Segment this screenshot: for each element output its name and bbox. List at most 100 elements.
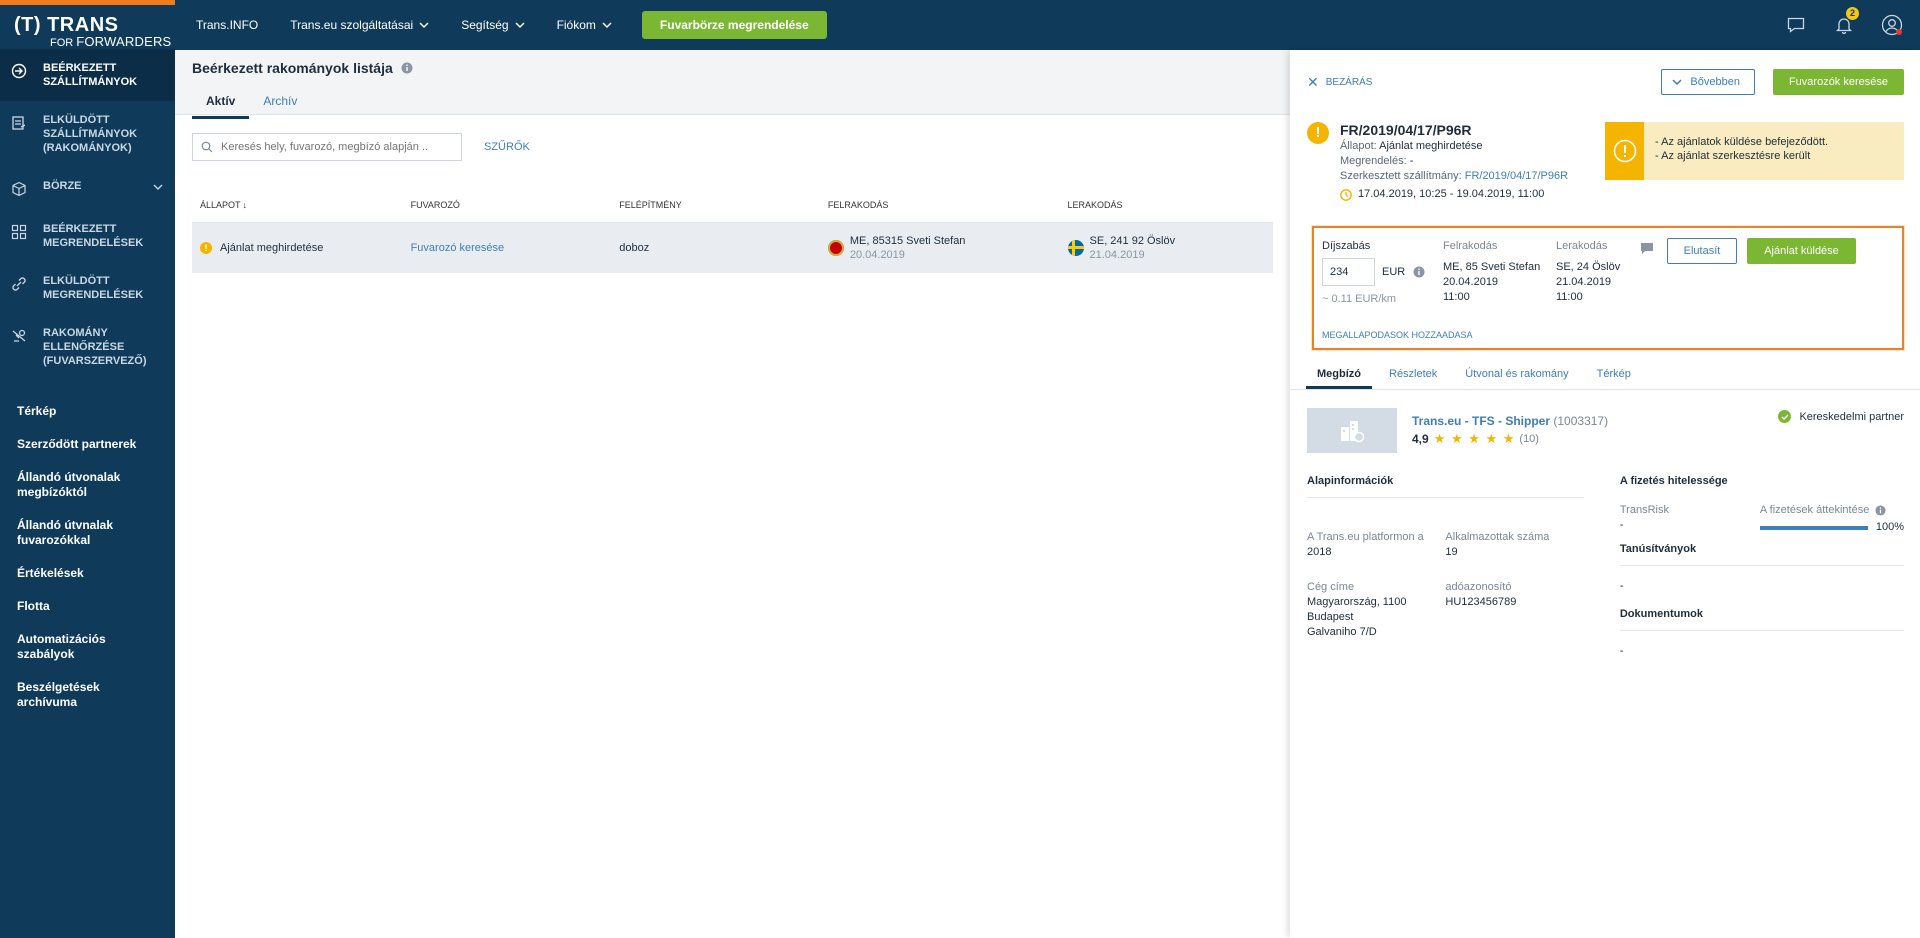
panel-header-actions: Bővebben Fuvarozók keresése: [1661, 69, 1904, 95]
user-avatar-button[interactable]: [1868, 14, 1916, 36]
search-input[interactable]: [221, 141, 451, 153]
chevron-down-icon[interactable]: [153, 181, 163, 195]
logo-sub-text: FORWARDERS: [76, 34, 172, 49]
flag-montenegro-icon: [827, 240, 844, 256]
topnav-link-help[interactable]: Segítség: [445, 18, 540, 32]
notifications-button[interactable]: 2: [1820, 7, 1868, 34]
sidebar-item-partners[interactable]: Szerződött partnerek: [0, 428, 175, 461]
offer-loading-place: ME, 85 Sveti Stefan: [1443, 261, 1541, 273]
shipper-name-link[interactable]: Trans.eu - TFS - Shipper: [1412, 414, 1550, 428]
topnav-link-label: Segítség: [461, 18, 509, 32]
add-agreements-link[interactable]: MEGALLAPODASOK HOZZAADASA: [1322, 330, 1473, 340]
comment-icon[interactable]: [1640, 242, 1654, 256]
topnav-link-account[interactable]: Fiókom: [541, 18, 628, 32]
column-header-status[interactable]: ÁLLAPOT ↓: [192, 200, 403, 210]
column-header-unloading: LERAKODÁS: [1067, 199, 1123, 210]
incoming-shipments-icon: [10, 62, 28, 80]
sidebar-item-label: BEÉRKEZETT SZÁLLÍTMÁNYOK: [43, 62, 138, 88]
currency-label: EUR: [1382, 265, 1406, 278]
edited-shipment-link[interactable]: FR/2019/04/17/P96R: [1465, 170, 1568, 182]
page-title: Beérkezett rakományok listája: [192, 60, 1273, 76]
main-content: Beérkezett rakományok listája Aktív Arch…: [175, 50, 1290, 938]
unloading-place: SE, 241 92 Öslöv: [1089, 235, 1176, 247]
loading-location: ME, 85315 Sveti Stefan 20.04.2019: [850, 234, 966, 262]
status-label: Állapot:: [1340, 140, 1377, 152]
rating-value: 4,9: [1412, 432, 1429, 446]
sent-shipments-icon: [10, 114, 28, 132]
employee-count-value: 19: [1445, 546, 1458, 558]
shipment-info: FR/2019/04/17/P96R Állapot: Ajánlat megh…: [1340, 122, 1568, 202]
chat-icon: [1787, 17, 1805, 33]
loading-label: Felrakodás: [1443, 240, 1498, 252]
sidebar-item-routes-shippers[interactable]: Állandó útvonalak megbízóktól: [0, 461, 175, 509]
filters-link[interactable]: SZŰRŐK: [484, 141, 530, 153]
sidebar-item-label: RAKOMÁNY ELLENŐRZÉSE (FUVARSZERVEZŐ): [43, 327, 147, 367]
tab-archive[interactable]: Archív: [249, 90, 311, 119]
credit-title: A fizetés hitelessége: [1619, 475, 1728, 487]
sidebar-item-fleet[interactable]: Flotta: [0, 590, 175, 623]
table-row[interactable]: ! Ajánlat meghirdetése Fuvarozó keresése…: [192, 223, 1273, 273]
topnav-link-transinfo[interactable]: Trans.INFO: [175, 18, 274, 32]
column-header-carrier: FUVAROZÓ: [410, 199, 460, 210]
employee-count-label: Alkalmazottak száma: [1445, 531, 1550, 543]
sidebar-item-automation[interactable]: Automatizációs szabályok: [0, 623, 175, 671]
close-panel-button[interactable]: ✕ BEZÁRÁS: [1307, 74, 1372, 91]
row-status-text: Ajánlat meghirdetése: [220, 242, 324, 254]
sidebar-item-chat-archive[interactable]: Beszélgetések archívuma: [0, 671, 175, 719]
find-carriers-button[interactable]: Fuvarozók keresése: [1772, 69, 1904, 95]
loading-date: 20.04.2019: [849, 249, 905, 261]
documents-section: Dokumentumok -: [1619, 608, 1904, 657]
more-button[interactable]: Bővebben: [1661, 69, 1755, 95]
sidebar-item-sent-orders[interactable]: ELKÜLDÖTT MEGRENDELÉSEK: [0, 262, 175, 314]
credit-metrics: TransRisk - A fizetések áttekintése 100%: [1620, 503, 1904, 535]
messages-button[interactable]: [1772, 17, 1820, 33]
offer-loading-column: Felrakodás ME, 85 Sveti Stefan 20.04.201…: [1443, 239, 1540, 305]
sidebar-item-ratings[interactable]: Értékelések: [0, 557, 175, 590]
documents-value: -: [1619, 645, 1624, 657]
find-carrier-link[interactable]: Fuvarozó keresése: [411, 242, 505, 254]
sent-orders-icon: [10, 275, 28, 293]
send-offer-button[interactable]: Ajánlat küldése: [1747, 238, 1856, 264]
address-label: Cég címe: [1307, 581, 1355, 593]
logo-main: (T) TRANS: [14, 14, 119, 36]
company-address: Cég címe Magyarország, 1100 Budapest Gal…: [1307, 580, 1445, 640]
search-box[interactable]: [192, 133, 462, 161]
top-navigation-bar: Trans.INFO Trans.eu szolgáltatásai Segít…: [175, 0, 1920, 50]
row-status: ! Ajánlat meghirdetése: [192, 242, 403, 254]
load-check-icon: [10, 327, 28, 345]
sidebar-main-nav: BEÉRKEZETT SZÁLLÍTMÁNYOK ELKÜLDÖTT SZÁLL…: [0, 49, 175, 380]
basic-info-title: Alapinformációk: [1307, 475, 1584, 498]
logo[interactable]: (T) TRANS FOR FORWARDERS: [0, 5, 175, 49]
sidebar-item-incoming-orders[interactable]: BEÉRKEZETT MEGRENDELÉSEK: [0, 210, 175, 262]
topnav-link-services[interactable]: Trans.eu szolgáltatásai: [274, 18, 445, 32]
sidebar-item-incoming-shipments[interactable]: BEÉRKEZETT SZÁLLÍTMÁNYOK: [0, 49, 175, 101]
chevron-down-icon: [419, 22, 429, 29]
offer-price-column: Díjszabás EUR ~ 0.11 EUR/km: [1322, 239, 1425, 307]
tab-shipper[interactable]: Megbízó: [1306, 368, 1372, 389]
shipment-status: Állapot: Ajánlat meghirdetése: [1340, 139, 1568, 154]
price-input[interactable]: [1322, 258, 1375, 286]
tab-active[interactable]: Aktív: [192, 90, 250, 119]
panel-tabs: Megbízó Részletek Útvonal és rakomány Té…: [1290, 368, 1920, 390]
warning-icon: !: [200, 242, 212, 254]
order-label: Megrendelés:: [1340, 155, 1407, 167]
info-icon[interactable]: [1875, 505, 1886, 516]
sidebar-item-load-check[interactable]: RAKOMÁNY ELLENŐRZÉSE (FUVARSZERVEZŐ): [0, 314, 175, 380]
check-icon: [1778, 410, 1792, 423]
status-alert: - Az ajánlatok küldése befejeződött. - A…: [1605, 122, 1904, 180]
info-icon[interactable]: [1413, 266, 1425, 278]
tab-map[interactable]: Térkép: [1586, 368, 1642, 389]
order-exchange-button[interactable]: Fuvarbörze megrendelése: [641, 11, 827, 39]
info-icon[interactable]: [401, 62, 413, 74]
column-header-body: FELÉPÍTMÉNY: [619, 199, 682, 210]
tab-route-and-load[interactable]: Útvonal és rakomány: [1454, 368, 1579, 389]
reject-button[interactable]: Elutasít: [1667, 238, 1737, 264]
sidebar-item-map[interactable]: Térkép: [0, 395, 175, 428]
column-header-label: ÁLLAPOT: [200, 199, 241, 210]
sidebar-item-exchange[interactable]: BÖRZE: [0, 167, 175, 210]
tab-details[interactable]: Részletek: [1378, 368, 1448, 389]
offer-unloading-column: Lerakodás SE, 24 Öslöv 21.04.2019 11:00: [1556, 239, 1620, 305]
sidebar-item-sent-shipments[interactable]: ELKÜLDÖTT SZÁLLÍTMÁNYOK (RAKOMÁNYOK): [0, 101, 175, 167]
sidebar-item-routes-carriers[interactable]: Állandó útvnalak fuvarozókkal: [0, 509, 175, 557]
shipment-order: Megrendelés: -: [1340, 154, 1568, 169]
